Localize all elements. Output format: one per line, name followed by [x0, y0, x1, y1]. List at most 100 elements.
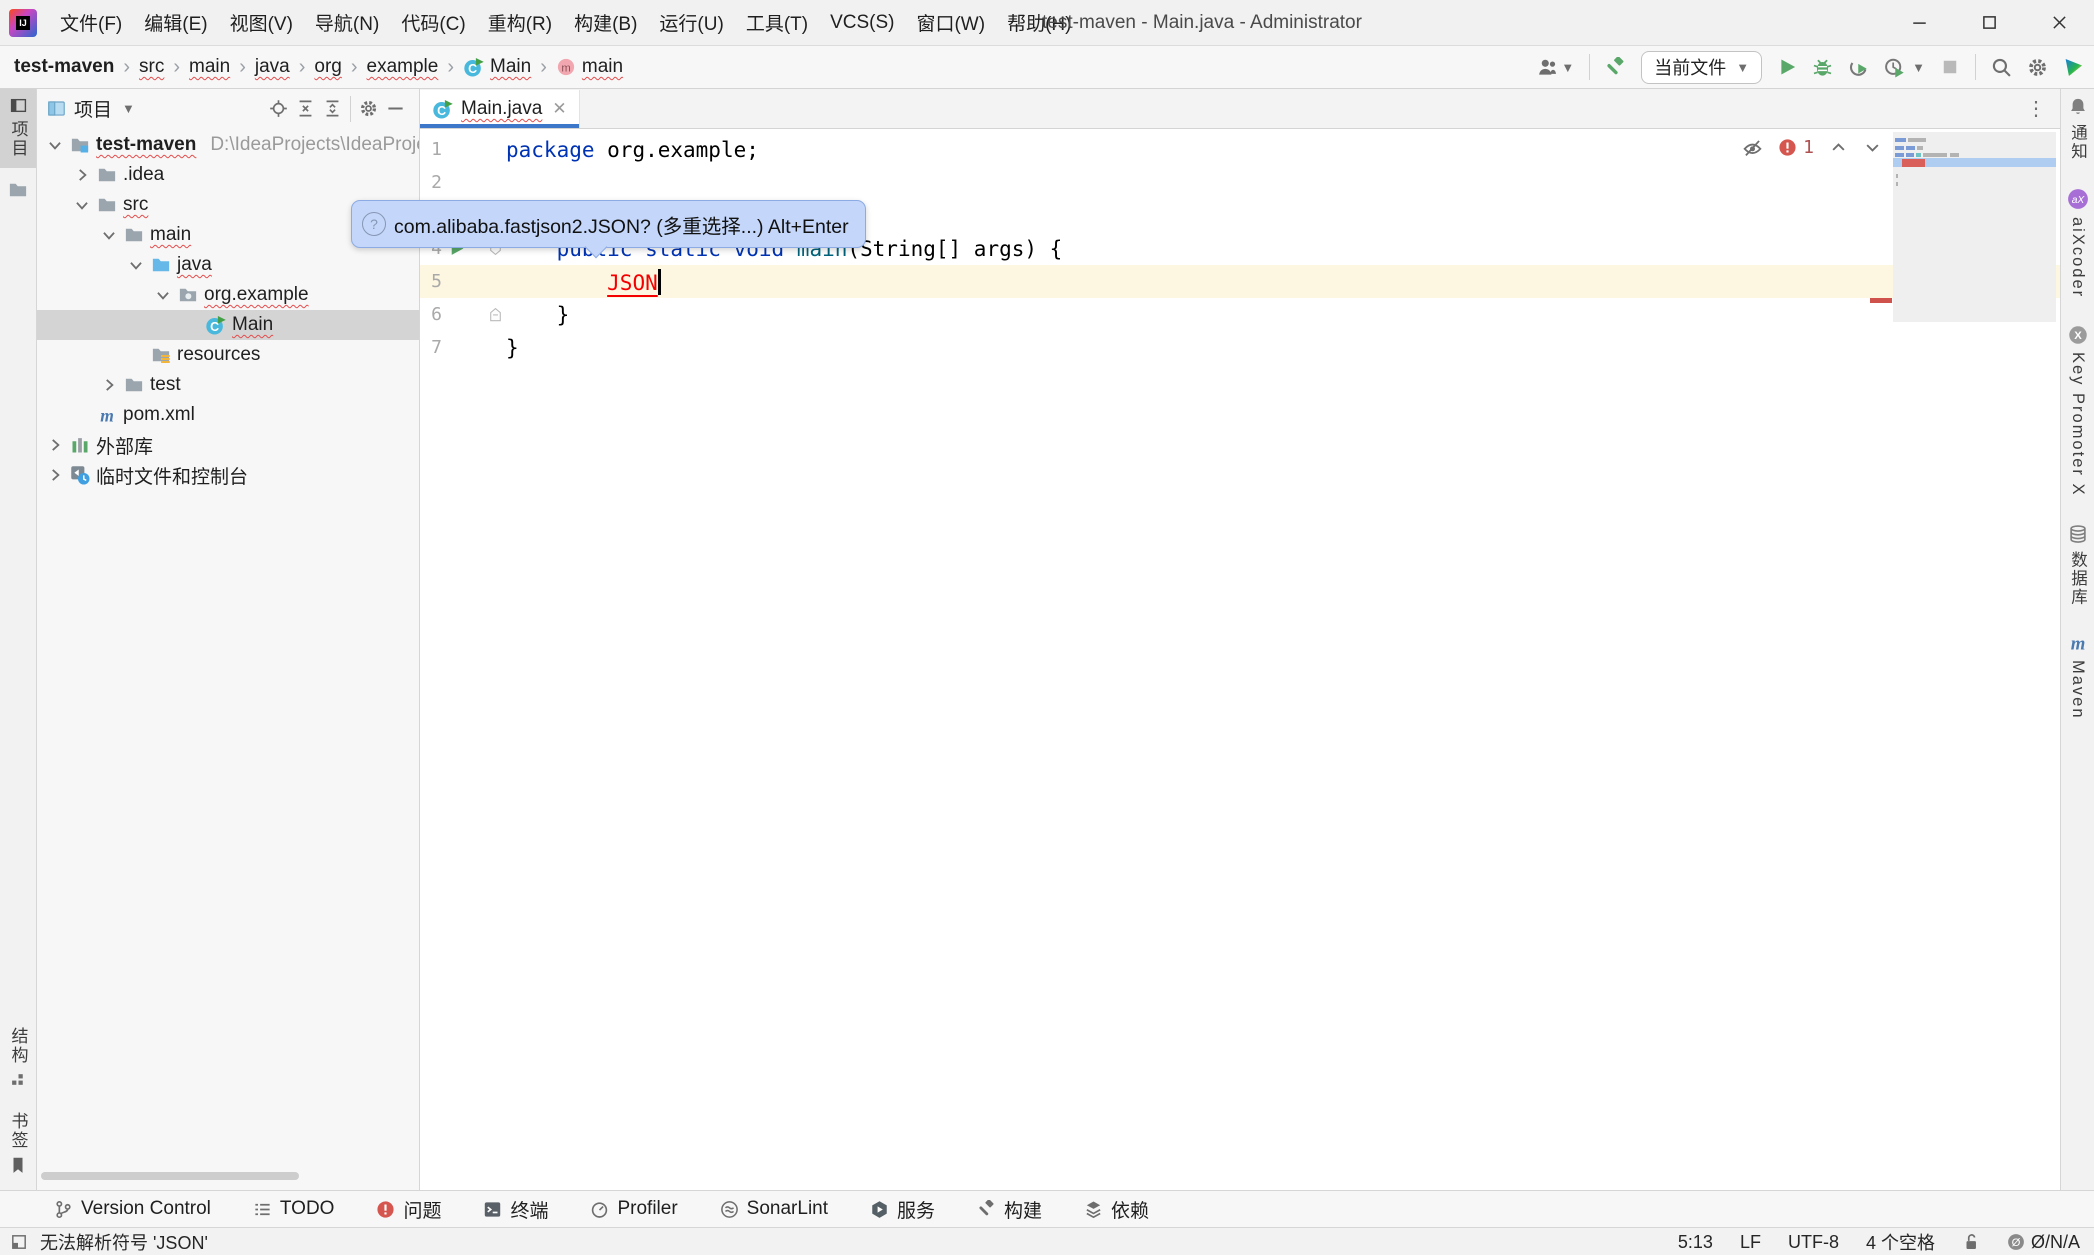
toolwindow-tab[interactable]: 通知 [2066, 97, 2090, 161]
highlighting-level-button[interactable] [1742, 137, 1763, 158]
close-button[interactable] [2024, 0, 2094, 45]
chevron-down-icon[interactable]: ▼ [122, 101, 135, 116]
project-panel-title[interactable]: 项目 [74, 95, 112, 122]
folder-stripe-icon[interactable] [8, 180, 28, 200]
toolwindow-button[interactable]: 终端 [483, 1196, 548, 1223]
toolwindow-tab[interactable]: mMaven [2068, 633, 2088, 720]
toolwindow-button[interactable]: 构建 [977, 1196, 1042, 1223]
tree-row-java[interactable]: java [37, 250, 419, 280]
tree-row-cjk[interactable]: 临时文件和控制台 [37, 460, 419, 490]
minimize-button[interactable] [1884, 0, 1954, 45]
code-with-me-button[interactable]: ▼ [1537, 57, 1574, 78]
tree-chevron[interactable] [99, 226, 118, 244]
options-gear-button[interactable] [359, 99, 378, 118]
tree-chevron[interactable] [45, 466, 64, 484]
caret-position[interactable]: 5:13 [1678, 1232, 1713, 1253]
tab-main-java[interactable]: C Main.java ✕ [420, 90, 580, 128]
toolwindow-tab[interactable]: 书签 [0, 1104, 36, 1184]
run-button[interactable] [1777, 57, 1797, 77]
breadcrumb-item[interactable]: org [314, 56, 341, 78]
toolwindow-tab[interactable]: 结构 [0, 1019, 36, 1098]
breadcrumb-item[interactable]: java [255, 56, 290, 78]
code-line-6[interactable]: 6 } [420, 298, 2060, 331]
menu-item[interactable]: 代码(C) [390, 0, 476, 45]
breadcrumb-item[interactable]: mmain [556, 56, 623, 78]
code-minimap[interactable] [1893, 132, 2056, 322]
run-with-coverage-button[interactable] [1884, 57, 1905, 78]
close-tab-icon[interactable]: ✕ [552, 99, 566, 119]
tree-chevron[interactable] [72, 196, 91, 214]
menu-item[interactable]: 编辑(E) [133, 0, 218, 45]
tree-chevron[interactable] [72, 166, 91, 184]
menu-item[interactable]: 导航(N) [304, 0, 390, 45]
breadcrumb-item[interactable]: src [139, 56, 164, 78]
breadcrumb-item[interactable]: test-maven [14, 56, 114, 78]
editor-body[interactable]: 1package org.example;23public class Main… [420, 129, 2060, 1190]
coverage-widget[interactable]: Ø Ø/N/A [2007, 1232, 2080, 1253]
toolwindow-button[interactable]: Version Control [54, 1198, 211, 1220]
toolwindow-button[interactable]: 依赖 [1084, 1196, 1149, 1223]
menu-item[interactable]: 工具(T) [735, 0, 819, 45]
breadcrumb-item[interactable]: CMain [463, 56, 531, 78]
select-opened-file-button[interactable] [269, 99, 288, 118]
toolwindow-tab[interactable]: XKey Promoter X [2068, 325, 2088, 496]
error-badge-icon[interactable] [1778, 138, 1797, 157]
menu-item[interactable]: 重构(R) [477, 0, 563, 45]
menu-item[interactable]: 文件(F) [49, 0, 133, 45]
breadcrumb-item[interactable]: main [189, 56, 230, 78]
code-line-7[interactable]: 7} [420, 331, 2060, 364]
menu-item[interactable]: 运行(U) [648, 0, 734, 45]
error-stripe-mark[interactable] [1870, 298, 1892, 303]
toolwindow-toggle-icon[interactable] [10, 1233, 28, 1251]
tree-row-pom.xml[interactable]: mpom.xml [37, 400, 419, 430]
tree-row-Main[interactable]: CMain [37, 310, 419, 340]
gutter-icons[interactable] [442, 306, 506, 323]
collapse-all-button[interactable] [323, 99, 342, 118]
menu-item[interactable]: VCS(S) [819, 0, 905, 45]
code-line-2[interactable]: 2 [420, 166, 2060, 199]
settings-button[interactable] [2027, 57, 2048, 78]
toolwindow-button[interactable]: 服务 [870, 1196, 935, 1223]
horizontal-scrollbar[interactable] [41, 1172, 299, 1180]
breadcrumb-item[interactable]: example [367, 56, 439, 78]
tree-chevron[interactable] [45, 436, 64, 454]
chevron-down-icon[interactable]: ▼ [1912, 60, 1925, 75]
menu-item[interactable]: 视图(V) [219, 0, 304, 45]
file-encoding[interactable]: UTF-8 [1788, 1232, 1839, 1253]
menu-item[interactable]: 构建(B) [563, 0, 648, 45]
toolwindow-button[interactable]: Profiler [590, 1198, 677, 1220]
tree-row-org.example[interactable]: org.example [37, 280, 419, 310]
tree-row-test-maven[interactable]: test-mavenD:\IdeaProjects\IdeaProje [37, 130, 419, 160]
tree-row-resources[interactable]: resources [37, 340, 419, 370]
hide-panel-button[interactable] [386, 99, 405, 118]
build-project-button[interactable] [1605, 57, 1626, 78]
tree-chevron[interactable] [153, 286, 172, 304]
next-error-button[interactable] [1863, 138, 1882, 157]
plugin-logo-button[interactable] [2063, 57, 2084, 78]
tree-row-cjk[interactable]: 外部库 [37, 430, 419, 460]
tree-row-test[interactable]: test [37, 370, 419, 400]
toolwindow-tab[interactable]: 数据库 [2066, 524, 2090, 607]
readonly-lock-icon[interactable] [1962, 1233, 1980, 1251]
tree-chevron[interactable] [126, 256, 145, 274]
profiler-button[interactable] [1848, 57, 1869, 78]
toolwindow-tab-project[interactable]: 项目 [0, 89, 36, 168]
maximize-button[interactable] [1954, 0, 2024, 45]
line-separator[interactable]: LF [1740, 1232, 1761, 1253]
toolwindow-tab[interactable]: aXaiXcoder [2067, 188, 2089, 298]
toolwindow-button[interactable]: TODO [253, 1198, 335, 1220]
toolwindow-button[interactable]: SonarLint [720, 1198, 828, 1220]
debug-button[interactable] [1812, 57, 1833, 78]
search-everywhere-button[interactable] [1991, 57, 2012, 78]
expand-all-button[interactable] [296, 99, 315, 118]
tree-row-.idea[interactable]: .idea [37, 160, 419, 190]
more-tabs-button[interactable]: ⋮ [2026, 89, 2046, 128]
indent-setting[interactable]: 4 个空格 [1866, 1229, 1935, 1255]
toolwindow-button[interactable]: 问题 [376, 1196, 441, 1223]
tree-chevron[interactable] [99, 376, 118, 394]
import-suggestion-popup[interactable]: ? com.alibaba.fastjson2.JSON? (多重选择...) … [351, 200, 866, 248]
code-line-5[interactable]: 5 JSON [420, 265, 2060, 298]
previous-error-button[interactable] [1829, 138, 1848, 157]
tree-chevron[interactable] [45, 136, 64, 154]
run-configuration-select[interactable]: 当前文件 ▼ [1641, 51, 1762, 84]
